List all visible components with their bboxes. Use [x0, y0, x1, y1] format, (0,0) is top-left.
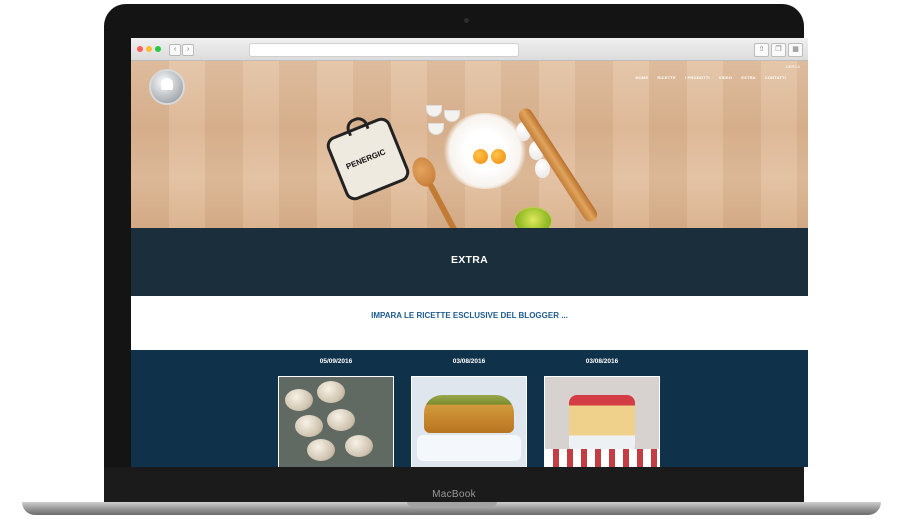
potholder-brand: PENERGIC — [344, 147, 387, 172]
minimize-window-button[interactable] — [146, 46, 152, 52]
potholder-loop — [343, 114, 370, 137]
post-card[interactable]: 05/09/2016 — [278, 358, 394, 467]
forward-button[interactable]: › — [182, 44, 194, 56]
laptop-notch — [407, 502, 497, 507]
back-button[interactable]: ‹ — [169, 44, 181, 56]
post-thumbnail[interactable] — [411, 376, 527, 467]
address-bar[interactable] — [249, 43, 519, 57]
posts-grid: 05/09/2016 03/08/2016 03/08/2016 — [131, 350, 808, 467]
nav-home[interactable]: HOME — [636, 75, 649, 80]
extra-section: EXTRA — [131, 228, 808, 296]
site-logo[interactable] — [149, 69, 185, 105]
bread-bun — [295, 415, 323, 437]
bread-bun — [307, 439, 335, 461]
egg-yolk — [473, 149, 488, 164]
post-card[interactable]: 03/08/2016 — [544, 358, 660, 467]
chef-hat-icon — [161, 78, 173, 90]
browser-toolbar: ‹ › ⇧ ❐ ▦ — [131, 38, 808, 61]
cake-stand — [417, 435, 521, 461]
nav-prodotti[interactable]: I PRODOTTI — [685, 75, 710, 80]
section-title: EXTRA — [450, 254, 489, 266]
bread-bun — [327, 409, 355, 431]
tabs-button[interactable]: ❐ — [771, 43, 786, 57]
device-label: MacBook — [432, 489, 476, 500]
plaid-cloth — [545, 449, 659, 467]
nav-contatti[interactable]: CONTATTI — [765, 75, 786, 80]
wooden-spoon — [408, 154, 440, 190]
eggshell — [428, 123, 444, 135]
laptop-screen: ‹ › ⇧ ❐ ▦ CERCA HOME RICETTE I PRODOTTI … — [131, 38, 808, 467]
post-date: 05/09/2016 — [319, 358, 353, 365]
pistachio-cake — [424, 395, 514, 433]
share-button[interactable]: ⇧ — [754, 43, 769, 57]
eggshell — [426, 105, 442, 117]
egg-yolk — [491, 149, 506, 164]
section-subtitle[interactable]: IMPARA LE RICETTE ESCLUSIVE DEL BLOGGER … — [131, 311, 808, 320]
sidebar-button[interactable]: ▦ — [788, 43, 803, 57]
bread-bun — [345, 435, 373, 457]
bread-bun — [285, 389, 313, 411]
bread-bun — [317, 381, 345, 403]
close-window-button[interactable] — [137, 46, 143, 52]
search-link[interactable]: CERCA — [786, 64, 800, 69]
main-navigation: HOME RICETTE I PRODOTTI VIDEO EXTRA CONT… — [636, 75, 786, 80]
hero-banner: CERCA HOME RICETTE I PRODOTTI VIDEO EXTR… — [131, 61, 808, 246]
post-card[interactable]: 03/08/2016 — [411, 358, 527, 467]
nav-extra[interactable]: EXTRA — [741, 75, 756, 80]
nav-ricette[interactable]: RICETTE — [657, 75, 676, 80]
post-date: 03/08/2016 — [452, 358, 486, 365]
potholder-image: PENERGIC — [323, 114, 413, 204]
maximize-window-button[interactable] — [155, 46, 161, 52]
post-thumbnail[interactable] — [278, 376, 394, 467]
nav-video[interactable]: VIDEO — [719, 75, 732, 80]
cake-jar — [569, 395, 635, 453]
laptop-chin: MacBook — [104, 467, 804, 506]
subtitle-section: IMPARA LE RICETTE ESCLUSIVE DEL BLOGGER … — [131, 296, 808, 350]
post-date: 03/08/2016 — [585, 358, 619, 365]
post-thumbnail[interactable] — [544, 376, 660, 467]
camera-dot — [464, 18, 469, 23]
